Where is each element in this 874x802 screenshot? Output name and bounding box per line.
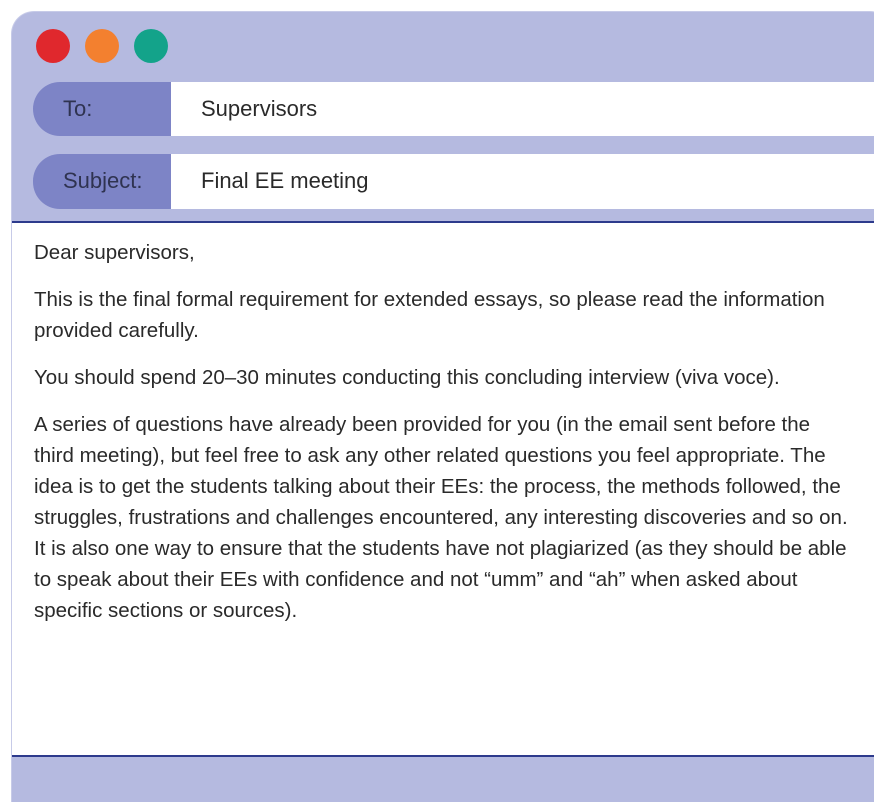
paragraph-duration: You should spend 20–30 minutes conductin… xyxy=(34,366,780,389)
title-bar xyxy=(12,12,874,78)
message-text: Dear supervisors, This is the final form… xyxy=(34,237,854,642)
greeting: Dear supervisors, xyxy=(34,241,195,264)
maximize-window-button[interactable] xyxy=(134,29,168,63)
subject-row: Subject: Final EE meeting xyxy=(33,154,874,209)
email-window: To: Supervisors Subject: Final EE meetin… xyxy=(12,12,874,802)
paragraph-requirement: This is the final formal requirement for… xyxy=(34,288,825,342)
to-row: To: Supervisors xyxy=(33,82,874,136)
to-field[interactable]: Supervisors xyxy=(171,82,874,136)
paragraph-questions: A series of questions have already been … xyxy=(34,413,848,622)
message-body[interactable]: Dear supervisors, This is the final form… xyxy=(12,221,874,757)
minimize-window-button[interactable] xyxy=(85,29,119,63)
subject-field[interactable]: Final EE meeting xyxy=(171,154,874,209)
close-window-button[interactable] xyxy=(36,29,70,63)
